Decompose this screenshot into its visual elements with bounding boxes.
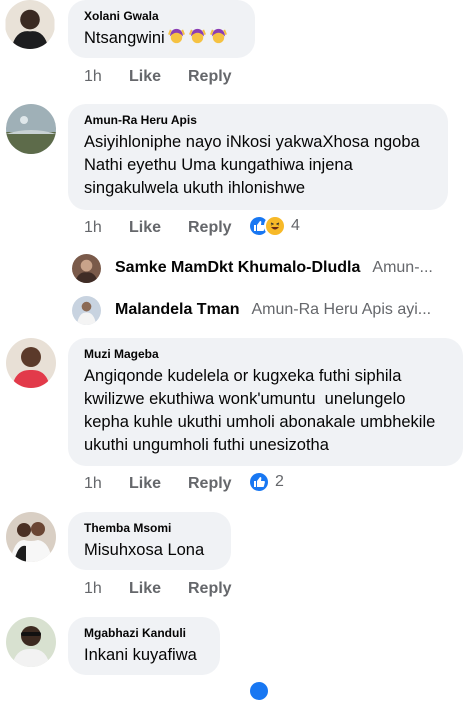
haha-reaction-icon [264,215,286,237]
reply-button[interactable]: Reply [188,219,232,237]
avatar-amun-ra-heru-apis[interactable] [6,104,56,154]
reaction-count: 2 [275,473,284,490]
woman-gesturing-ok-emoji [165,28,228,47]
avatar-malandela-tman [72,295,101,325]
timestamp[interactable]: 1h [84,68,102,86]
timestamp[interactable]: 1h [84,580,102,598]
reaction-count: 4 [291,217,300,234]
comment-text-line: ukuthi ungumholi futhi unesizotha [84,436,329,454]
comment-text-line: singakulwela ukuth ihlonishwe [84,179,306,197]
comment-meta: 1h Like Reply [84,68,284,88]
like-reaction-icon [248,471,270,493]
like-button[interactable]: Like [129,219,161,237]
reply-button[interactable]: Reply [188,580,232,598]
comment-text-line: Nathi eyethu Uma kungathiwa injena [84,156,353,174]
reply-button[interactable]: Reply [188,475,232,493]
comment-author[interactable]: Mgabhazi Kanduli [84,626,206,640]
comment-meta: 1h Like Reply [84,580,284,600]
comment-text-line: Angiqonde kudelela or kugxeka futhi siph… [84,367,402,385]
comment-author[interactable]: Xolani Gwala [84,9,241,23]
like-reaction-icon [248,680,270,702]
comment-bubble: Themba Msomi Misuhxosa Lona [68,512,231,570]
comment-text-line: kepha kuhle ukuthi umholi abonakale umbh… [84,413,436,431]
avatar-themba-msomi[interactable] [6,512,56,562]
timestamp[interactable]: 1h [84,219,102,237]
reaction-summary[interactable] [248,680,270,702]
avatar-muzi-mageba[interactable] [6,338,56,388]
reply-snippet: Amun-Ra Heru Apis ayi... [251,301,432,318]
reply-snippet: Amun-... [372,259,433,276]
reaction-summary[interactable]: 2 [248,471,284,493]
comment-text: Ntsangwini [84,27,241,50]
reply-preview[interactable]: Samke MamDkt Khumalo-Dludla Amun-... [72,252,452,284]
reaction-summary[interactable]: 4 [248,215,300,237]
timestamp[interactable]: 1h [84,475,102,493]
comment-author[interactable]: Themba Msomi [84,521,217,535]
avatar-mgabhazi-kanduli[interactable] [6,617,56,667]
avatar-xolani-gwala[interactable] [5,0,55,49]
comment-bubble: Xolani Gwala Ntsangwini [68,0,255,58]
reply-author[interactable]: Malandela Tman [115,301,239,319]
reply-preview[interactable]: Malandela Tman Amun-Ra Heru Apis ayi... [72,294,452,326]
comment-text-line: Asiyihloniphe nayo iNkosi yakwaXhosa ngo… [84,133,420,151]
comment-bubble: Amun-Ra Heru Apis Asiyihloniphe nayo iNk… [68,104,448,210]
comment-text: Inkani kuyafiwa [84,646,197,664]
like-button[interactable]: Like [129,68,161,86]
like-button[interactable]: Like [129,580,161,598]
comment-author[interactable]: Muzi Mageba [84,347,449,361]
avatar-samke-mamdkt-khumalo-dludla [72,253,101,283]
comment-text: Misuhxosa Lona [84,541,205,559]
comment-text-line: kwilizwe ekuthiwa wonk'umuntu unelungelo [84,390,406,408]
reply-button[interactable]: Reply [188,68,232,86]
comment-author[interactable]: Amun-Ra Heru Apis [84,113,434,127]
like-button[interactable]: Like [129,475,161,493]
comment-bubble: Mgabhazi Kanduli Inkani kuyafiwa [68,617,220,675]
reply-author[interactable]: Samke MamDkt Khumalo-Dludla [115,259,360,277]
comment-bubble: Muzi Mageba Angiqonde kudelela or kugxek… [68,338,463,466]
